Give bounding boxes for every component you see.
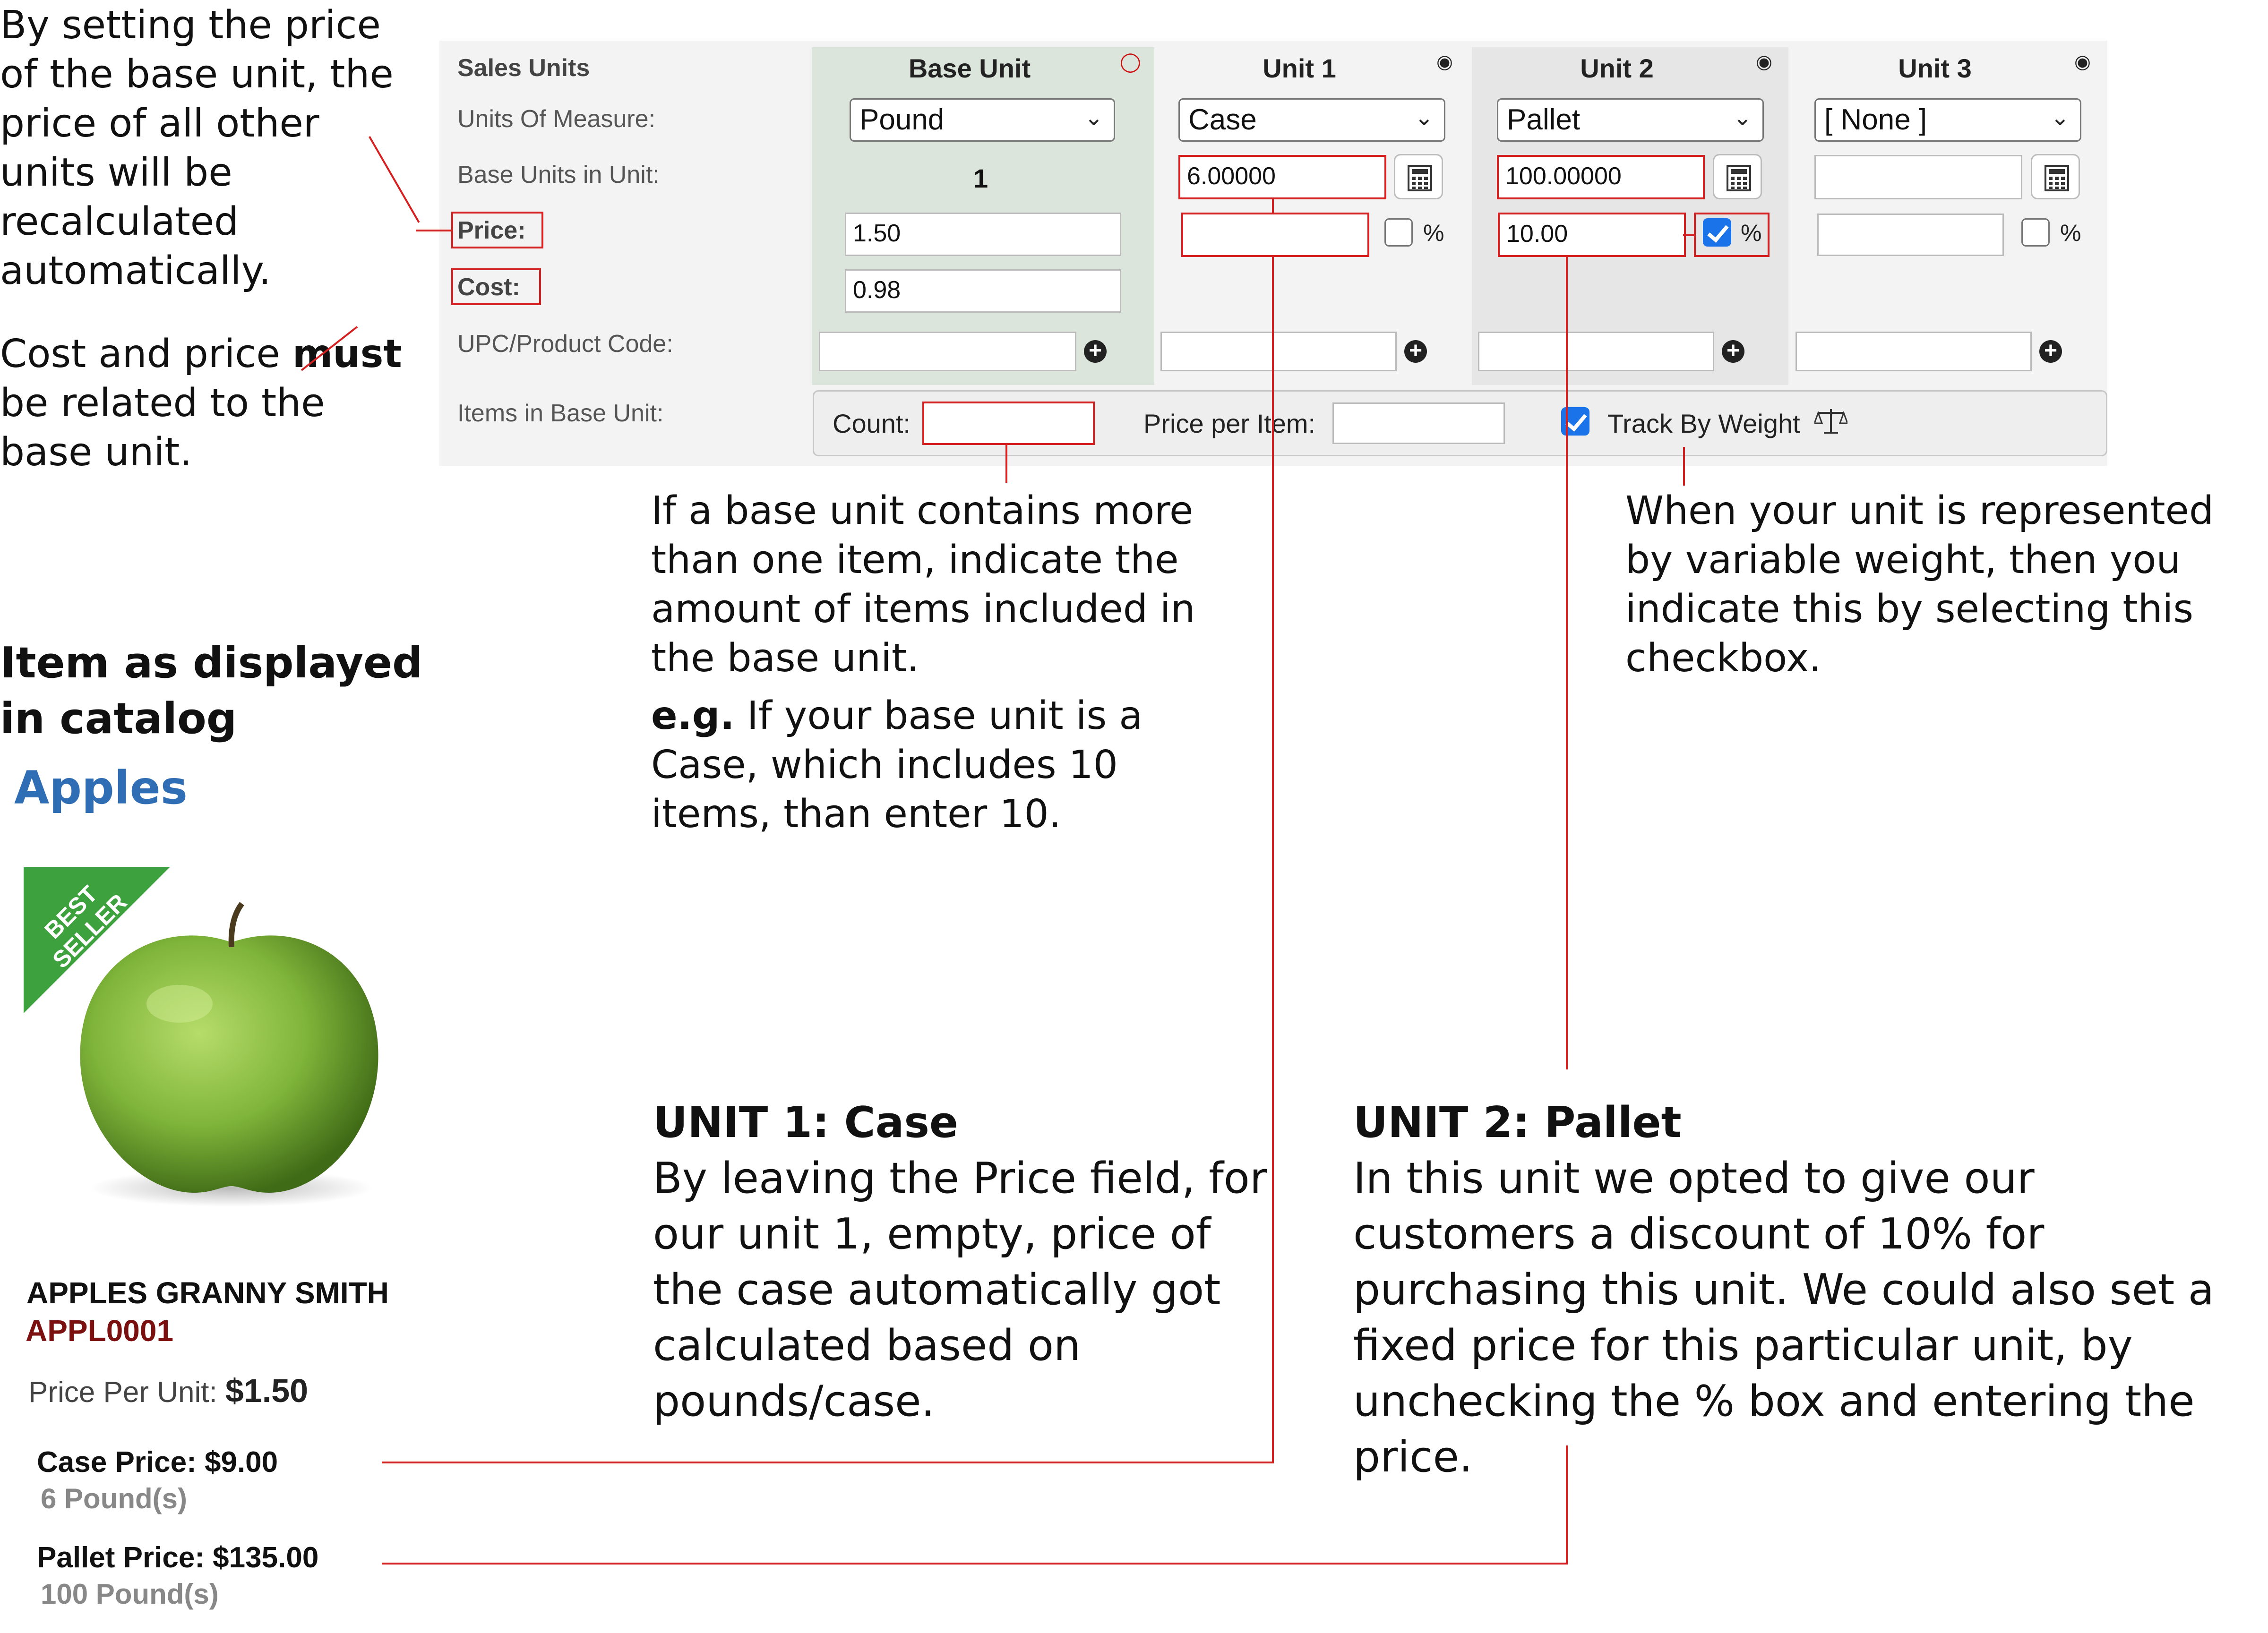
unit2-header: Unit 2	[1580, 53, 1654, 83]
unit2-uom-select[interactable]: Pallet ⌄	[1497, 98, 1764, 142]
unit2-base-units-input[interactable]: 100.00000	[1497, 155, 1705, 199]
catalog-heading: Item as displayed in catalog	[0, 638, 423, 744]
unit1-uom-select[interactable]: Case ⌄	[1178, 98, 1445, 142]
add-upc-icon[interactable]: +	[2039, 340, 2062, 363]
unit1-upc-input[interactable]	[1160, 332, 1397, 371]
base-upc-input[interactable]	[819, 332, 1076, 371]
best-seller-badge: BEST SELLER	[24, 867, 170, 1013]
connector-line	[382, 1462, 1274, 1463]
unit2-note: UNIT 2: Pallet In this unit we opted to …	[1353, 1098, 2215, 1482]
case-price: Case Price: $9.00	[37, 1446, 278, 1479]
calculator-icon[interactable]	[1394, 154, 1443, 199]
chevron-down-icon: ⌄	[2050, 105, 2070, 130]
connector-line	[1683, 447, 1685, 486]
eye-slash-icon[interactable]: ◯	[1120, 51, 1141, 73]
connector-line	[416, 230, 452, 231]
unit1-price-input[interactable]	[1181, 213, 1369, 257]
price-per-unit: Price Per Unit: $1.50	[28, 1372, 309, 1409]
unit2-upc-input[interactable]	[1478, 332, 1714, 371]
uom-label: Units Of Measure:	[457, 105, 656, 133]
count-label: Count:	[833, 409, 911, 438]
add-upc-icon[interactable]: +	[1722, 340, 1744, 363]
unit3-uom-select[interactable]: [ None ] ⌄	[1814, 98, 2081, 142]
chevron-down-icon: ⌄	[1733, 105, 1752, 130]
track-by-weight-label: Track By Weight	[1607, 409, 1800, 438]
calculator-icon[interactable]	[1713, 154, 1762, 199]
cost-label-highlight	[451, 268, 541, 305]
items-note: If a base unit contains more than one it…	[651, 488, 1195, 837]
chevron-down-icon: ⌄	[1414, 105, 1434, 130]
base-unit-uom-select[interactable]: Pound ⌄	[850, 98, 1115, 142]
connector-line	[382, 1563, 1568, 1565]
price-per-item-label: Price per Item:	[1143, 409, 1316, 438]
connector-line	[1683, 234, 1695, 236]
unit3-percent-checkbox[interactable]	[2021, 218, 2050, 247]
product-name: APPLES GRANNY SMITH	[26, 1276, 389, 1310]
unit1-percent-checkbox[interactable]	[1384, 218, 1413, 247]
price-label-highlight	[451, 212, 543, 248]
connector-line	[1272, 198, 1274, 214]
unit2-percent-checkbox[interactable]	[1703, 218, 1731, 247]
unit3-header: Unit 3	[1898, 53, 1972, 83]
pallet-price: Pallet Price: $135.00	[37, 1541, 319, 1574]
track-by-weight-checkbox[interactable]	[1561, 407, 1589, 436]
connector-line	[1566, 257, 1568, 1069]
add-upc-icon[interactable]: +	[1404, 340, 1427, 363]
pallet-price-sub: 100 Pound(s)	[41, 1578, 219, 1610]
chevron-down-icon: ⌄	[1084, 105, 1103, 130]
add-upc-icon[interactable]: +	[1084, 340, 1107, 363]
cost-note: Cost and price must be related to the ba…	[0, 332, 402, 475]
case-price-sub: 6 Pound(s)	[41, 1483, 187, 1514]
unit3-upc-input[interactable]	[1796, 332, 2032, 371]
weight-note: When your unit is represented by variabl…	[1625, 488, 2214, 681]
calculator-icon[interactable]	[2031, 154, 2080, 199]
price-per-unit-value: $1.50	[225, 1372, 309, 1409]
percent-label: %	[2060, 220, 2081, 246]
eye-icon[interactable]: ◉	[1756, 51, 1772, 73]
eye-icon[interactable]: ◉	[2074, 51, 2091, 73]
unit1-note: UNIT 1: Case By leaving the Price field,…	[653, 1098, 1267, 1426]
unit1-header: Unit 1	[1263, 53, 1336, 83]
unit3-price-input[interactable]	[1817, 214, 2004, 256]
items-in-base-label: Items in Base Unit:	[457, 400, 664, 427]
eye-icon[interactable]: ◉	[1436, 51, 1453, 73]
sales-units-label: Sales Units	[457, 54, 590, 82]
base-units-label: Base Units in Unit:	[457, 161, 660, 188]
base-price-input[interactable]: 1.50	[845, 213, 1121, 256]
connector-line	[1005, 445, 1007, 483]
base-unit-header: Base Unit	[908, 53, 1031, 83]
unit3-base-units-input[interactable]	[1814, 155, 2022, 199]
base-cost-input[interactable]: 0.98	[845, 269, 1121, 313]
percent-label: %	[1741, 220, 1762, 246]
item-title-link[interactable]: Apples	[14, 761, 188, 814]
percent-label: %	[1423, 220, 1444, 246]
unit1-base-units-input[interactable]: 6.00000	[1178, 155, 1386, 199]
scale-icon	[1813, 407, 1849, 438]
price-per-item-input[interactable]	[1332, 402, 1505, 444]
count-input[interactable]	[922, 402, 1095, 445]
connector-line	[1272, 257, 1274, 1462]
base-units-value: 1	[973, 163, 988, 193]
upc-label: UPC/Product Code:	[457, 330, 673, 358]
unit2-price-input[interactable]: 10.00	[1498, 213, 1686, 257]
base-price-note: By setting the price of the base unit, t…	[0, 3, 394, 293]
product-sku: APPL0001	[26, 1314, 174, 1348]
